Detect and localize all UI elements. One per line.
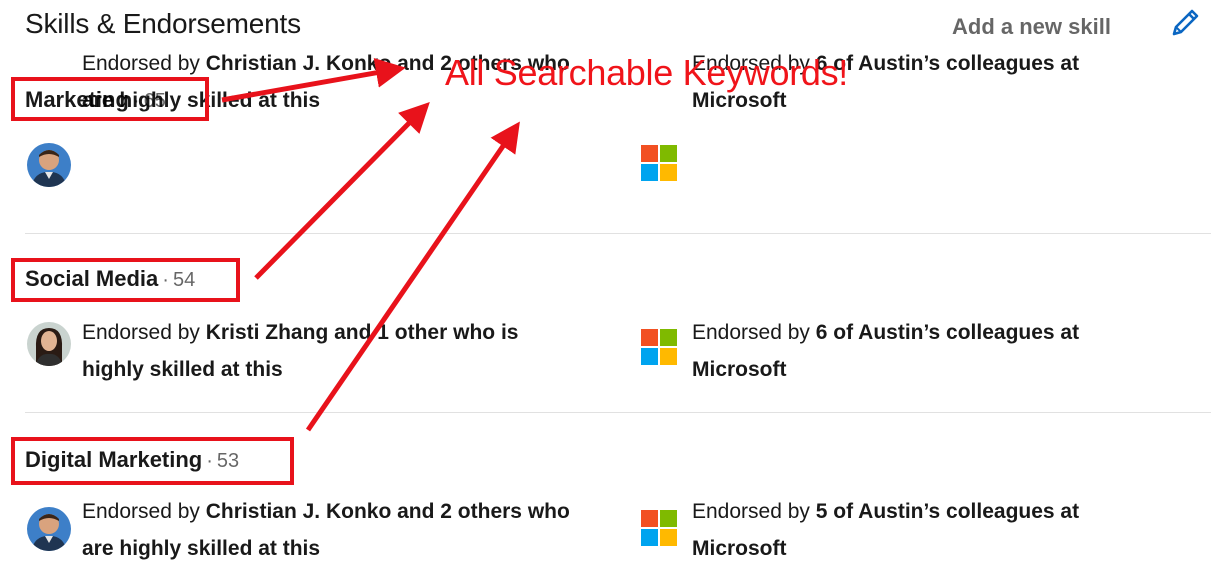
microsoft-logo-icon[interactable]: [641, 510, 677, 546]
endorsed-prefix: Endorsed by: [82, 500, 200, 523]
skill-name[interactable]: Digital Marketing · 53: [25, 445, 239, 475]
endorser-tail: highly skilled at this: [82, 358, 283, 381]
endorsement-text: Endorsed by Kristi Zhang and 1 other who…: [82, 314, 582, 388]
pencil-icon[interactable]: [1168, 6, 1202, 40]
separator: ·: [162, 269, 169, 291]
section-title: Skills & Endorsements: [25, 8, 301, 39]
endorsed-prefix: Endorsed by: [82, 52, 200, 75]
add-skill-button[interactable]: Add a new skill: [952, 14, 1111, 40]
company-endorsement: Endorsed by 5 of Austin’s colleagues at …: [692, 493, 1162, 567]
endorsement-count[interactable]: 53: [217, 450, 239, 472]
avatar-man[interactable]: [27, 143, 71, 187]
company-endorsement: Endorsed by 6 of Austin’s colleagues at …: [692, 314, 1162, 388]
skill-item: Social Media · 54 Endorsed by Kristi Zhang…: [25, 264, 1211, 404]
skill-title[interactable]: Digital Marketing: [25, 447, 202, 472]
skill-item: Marketing · 65 Endorsed by Christian J. Ko…: [25, 52, 1211, 225]
endorsed-prefix: Endorsed by: [692, 321, 810, 344]
microsoft-logo-icon[interactable]: [641, 329, 677, 365]
endorsement-count[interactable]: 54: [173, 269, 195, 291]
divider: [25, 412, 1211, 413]
skill-name[interactable]: Social Media · 54: [25, 264, 195, 294]
separator: ·: [206, 450, 213, 472]
skill-title[interactable]: Social Media: [25, 266, 158, 291]
endorsed-prefix: Endorsed by: [82, 321, 200, 344]
annotation-text: All Searchable Keywords!: [445, 52, 849, 93]
avatar-woman[interactable]: [27, 322, 71, 366]
endorser-name[interactable]: Kristi Zhang and 1 other who is: [206, 321, 519, 344]
avatar-man[interactable]: [27, 507, 71, 551]
endorsement-text: Endorsed by Christian J. Konko and 2 oth…: [82, 493, 582, 567]
divider: [25, 233, 1211, 234]
microsoft-logo-icon[interactable]: [641, 145, 677, 181]
skill-item: Digital Marketing · 53 Endorsed by Christi…: [25, 445, 1211, 561]
endorsed-prefix: Endorsed by: [692, 500, 810, 523]
